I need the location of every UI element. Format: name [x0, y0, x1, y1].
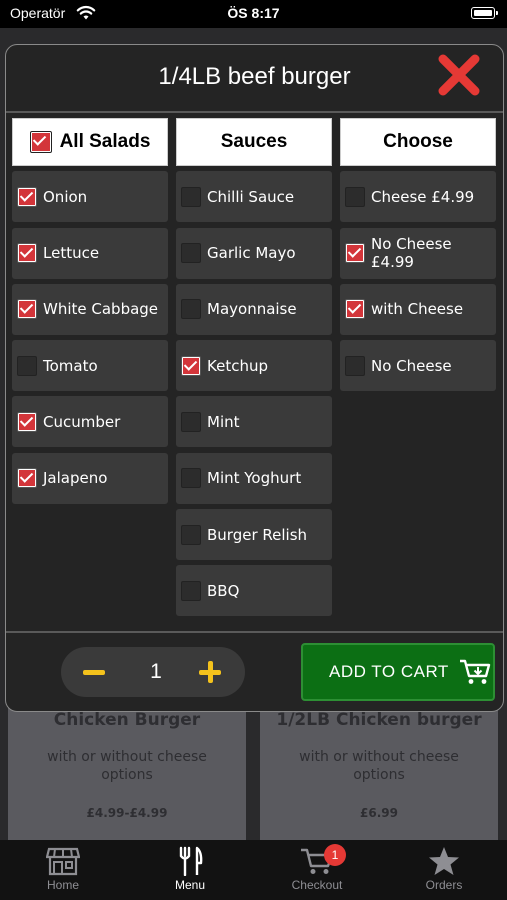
- option-lettuce[interactable]: Lettuce: [12, 227, 168, 279]
- tab-menu[interactable]: Menu: [127, 840, 253, 900]
- tab-home[interactable]: Home: [0, 840, 126, 900]
- option-label: Cheese £4.99: [371, 187, 475, 206]
- option-label: Lettuce: [43, 244, 100, 263]
- cart-count-badge: 1: [324, 844, 346, 866]
- cart-add-icon: [459, 659, 491, 684]
- tab-checkout[interactable]: Checkout 1: [254, 840, 380, 900]
- modal-title: 1/4LB beef burger: [158, 63, 351, 90]
- modal-footer: 1 ADD TO CART: [6, 631, 503, 711]
- sauces-header: Sauces: [176, 118, 332, 166]
- checkbox-icon: [181, 411, 201, 432]
- close-icon[interactable]: [437, 53, 481, 97]
- all-salads-toggle[interactable]: All Salads: [12, 118, 168, 166]
- option-burger-relish[interactable]: Burger Relish: [176, 509, 332, 561]
- checkbox-icon: [181, 355, 201, 376]
- option-label: Mint: [207, 412, 240, 431]
- option-label: with Cheese: [371, 300, 464, 319]
- option-label: Tomato: [43, 356, 98, 375]
- menu-item-desc: with or without cheese options: [47, 749, 207, 783]
- checkbox-icon: [17, 355, 37, 376]
- option-no-cheese[interactable]: No Cheese: [340, 340, 496, 392]
- option-label: Onion: [43, 187, 88, 206]
- clock: ÖS 8:17: [227, 5, 280, 21]
- option-label: Ketchup: [207, 356, 268, 375]
- option-cucumber[interactable]: Cucumber: [12, 396, 168, 448]
- menu-item-title: 1/2LB Chicken burger: [276, 710, 482, 730]
- salads-column: All Salads Onion Lettuce White Cabbage T…: [12, 118, 168, 504]
- product-options-modal: 1/4LB beef burger All Salads Onion Lettu…: [5, 44, 504, 712]
- column-header-label: All Salads: [59, 131, 151, 152]
- checkbox-icon: [17, 468, 37, 489]
- option-label: BBQ: [207, 581, 240, 600]
- checkbox-icon: [17, 243, 37, 264]
- checkbox-icon: [345, 243, 365, 264]
- choose-column: Choose Cheese £4.99 No Cheese £4.99 with…: [340, 118, 496, 392]
- checkbox-icon: [17, 186, 37, 207]
- option-label: No Cheese £4.99: [371, 235, 452, 272]
- option-label: White Cabbage: [43, 300, 159, 319]
- checkbox-icon: [345, 299, 365, 320]
- bottom-tab-bar: Home Menu Checkout 1 Orders: [0, 840, 507, 900]
- option-label: Mayonnaise: [207, 300, 297, 319]
- checkbox-icon: [181, 524, 201, 545]
- option-label: No Cheese: [371, 356, 452, 375]
- status-bar: Operatör ÖS 8:17: [0, 0, 507, 28]
- store-icon: [46, 847, 80, 876]
- option-ketchup[interactable]: Ketchup: [176, 340, 332, 392]
- column-header-label: Sauces: [220, 131, 288, 152]
- option-label: Garlic Mayo: [207, 244, 296, 263]
- checkbox-icon: [181, 299, 201, 320]
- add-to-cart-label: ADD TO CART: [329, 662, 449, 681]
- checkbox-icon: [181, 186, 201, 207]
- checkbox-icon: [345, 186, 365, 207]
- option-garlic-mayo[interactable]: Garlic Mayo: [176, 227, 332, 279]
- option-label: Burger Relish: [207, 525, 308, 544]
- option-mint[interactable]: Mint: [176, 396, 332, 448]
- tab-label: Checkout: [291, 878, 343, 892]
- plus-icon[interactable]: [195, 659, 225, 687]
- checkbox-icon: [17, 299, 37, 320]
- menu-item-desc: with or without cheese options: [299, 749, 459, 783]
- battery-icon: [471, 7, 498, 19]
- option-tomato[interactable]: Tomato: [12, 340, 168, 392]
- checkbox-icon: [181, 468, 201, 489]
- quantity-stepper: 1: [61, 647, 245, 697]
- option-label: Mint Yoghurt: [207, 469, 302, 488]
- option-cheese[interactable]: Cheese £4.99: [340, 171, 496, 223]
- minus-icon[interactable]: [79, 661, 109, 685]
- option-jalapeno[interactable]: Jalapeno: [12, 452, 168, 504]
- checkbox-icon: [181, 243, 201, 264]
- add-to-cart-button[interactable]: ADD TO CART: [301, 643, 495, 701]
- sauces-column: Sauces Chilli Sauce Garlic Mayo Mayonnai…: [176, 118, 332, 617]
- menu-item-title: Chicken Burger: [53, 710, 201, 730]
- option-white-cabbage[interactable]: White Cabbage: [12, 283, 168, 335]
- checkbox-icon: [17, 411, 37, 432]
- menu-item-price: £4.99-£4.99: [86, 806, 168, 820]
- option-mayonnaise[interactable]: Mayonnaise: [176, 283, 332, 335]
- option-no-cheese-priced[interactable]: No Cheese £4.99: [340, 227, 496, 279]
- option-label: Jalapeno: [43, 469, 108, 488]
- option-label: Chilli Sauce: [207, 187, 295, 206]
- option-mint-yoghurt[interactable]: Mint Yoghurt: [176, 452, 332, 504]
- option-onion[interactable]: Onion: [12, 171, 168, 223]
- modal-header: 1/4LB beef burger: [6, 45, 503, 113]
- option-bbq[interactable]: BBQ: [176, 565, 332, 617]
- quantity-value: 1: [150, 660, 162, 683]
- tab-label: Orders: [425, 878, 463, 892]
- tab-label: Home: [46, 878, 79, 892]
- tab-label: Menu: [174, 878, 206, 892]
- checkbox-icon: [181, 580, 201, 601]
- checkbox-icon: [29, 131, 52, 153]
- option-label: Cucumber: [43, 412, 121, 431]
- option-with-cheese[interactable]: with Cheese: [340, 283, 496, 335]
- cutlery-icon: [179, 846, 203, 876]
- choose-header: Choose: [340, 118, 496, 166]
- tab-orders[interactable]: Orders: [381, 840, 507, 900]
- checkbox-icon: [345, 355, 365, 376]
- star-icon: [429, 847, 459, 875]
- column-header-label: Choose: [383, 131, 453, 152]
- menu-item-price: £6.99: [360, 806, 398, 820]
- option-chilli-sauce[interactable]: Chilli Sauce: [176, 171, 332, 223]
